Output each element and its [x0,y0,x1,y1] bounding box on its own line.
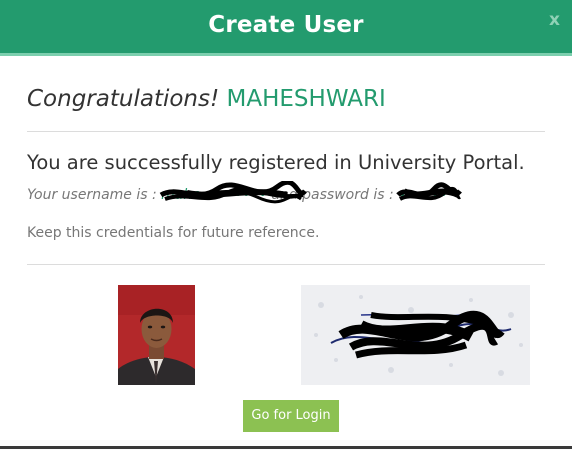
greeting: Congratulations! MAHESHWARI [27,86,386,112]
success-message: You are successfully registered in Unive… [27,151,525,174]
modal-title: Create User [208,12,364,38]
password-value: •••••• [396,182,463,203]
greeting-lead: Congratulations! [27,86,220,112]
username-value: mahe•••••••• [159,181,308,204]
user-photo [118,285,195,385]
close-button[interactable]: x [549,10,560,30]
keep-credentials-message: Keep this credentials for future referen… [27,225,320,241]
username-prefix: Your username is : [27,187,157,203]
signature-image-graphic [301,285,530,385]
divider-bottom [27,264,545,265]
create-user-modal: Create User x Congratulations! MAHESHWAR… [0,0,572,449]
user-name: MAHESHWARI [226,86,386,112]
redaction-scribble-password [396,182,463,201]
divider-top [27,131,545,132]
user-photo-image [118,285,195,385]
credentials-line: Your username is : mahe•••••••• and pass… [27,181,463,204]
modal-header: Create User x [0,0,572,56]
redaction-scribble-username [159,181,308,204]
signature-image [301,285,530,385]
go-for-login-button[interactable]: Go for Login [243,400,339,432]
